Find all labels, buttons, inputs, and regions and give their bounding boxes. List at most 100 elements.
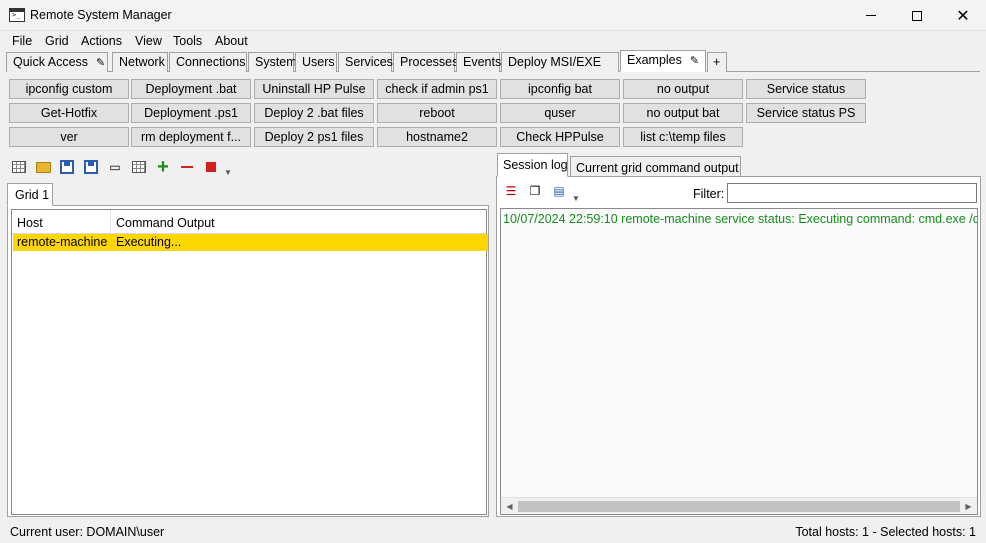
copy-icon[interactable]: ❐ [526, 182, 544, 200]
grid-header: Host Command Output [12, 210, 486, 234]
save-glyph [60, 160, 74, 174]
menu-about[interactable]: About [215, 34, 248, 48]
tab-session-log[interactable]: Session log [497, 153, 568, 177]
session-log-area[interactable]: 10/07/2024 22:59:10 remote-machine servi… [500, 208, 978, 515]
menu-view[interactable]: View [135, 34, 162, 48]
column-header-command-output[interactable]: Command Output [111, 210, 486, 234]
tab-deploy-msi-exe[interactable]: Deploy MSI/EXE [501, 52, 619, 72]
filter-input[interactable] [727, 183, 977, 203]
cmd-no-output[interactable]: no output [623, 79, 743, 99]
cmd-hostname2[interactable]: hostname2 [377, 127, 497, 147]
cmd-no-output-bat[interactable]: no output bat [623, 103, 743, 123]
tab-quick-access[interactable]: Quick Access ✎ [6, 52, 108, 72]
maximize-button[interactable] [894, 0, 940, 31]
tab-network[interactable]: Network [112, 52, 168, 72]
filter-label: Filter: [693, 187, 725, 201]
dropdown-caret-icon[interactable]: ▼ [571, 193, 581, 203]
minus-glyph [181, 166, 193, 168]
log-line: 10/07/2024 22:59:10 remote-machine servi… [503, 212, 978, 226]
cmd-check-hppulse[interactable]: Check HPPulse [500, 127, 620, 147]
tab-examples[interactable]: Examples ✎ [620, 50, 706, 72]
menu-actions[interactable]: Actions [81, 34, 122, 48]
save-as-glyph [84, 160, 98, 174]
clear-log-glyph: ☰ [505, 184, 517, 198]
menu-file[interactable]: File [12, 34, 32, 48]
rename-icon[interactable]: ▭ [106, 158, 124, 176]
column-header-host[interactable]: Host [12, 210, 111, 234]
table-row[interactable]: remote-machine Executing... [13, 234, 488, 251]
cmd-quser[interactable]: quser [500, 103, 620, 123]
cmd-ipconfig-bat[interactable]: ipconfig bat [500, 79, 620, 99]
host-grid[interactable]: Host Command Output remote-machine Execu… [11, 209, 488, 515]
tab-label: Events [463, 55, 502, 69]
cmd-uninstall-hp-pulse[interactable]: Uninstall HP Pulse [254, 79, 374, 99]
menu-tools[interactable]: Tools [173, 34, 202, 48]
add-tab-label: + [713, 55, 721, 69]
menu-bar: File Grid Actions View Tools About [0, 31, 986, 51]
export-glyph: ▤ [553, 184, 565, 198]
remove-host-icon[interactable] [178, 158, 196, 176]
pencil-icon[interactable]: ✎ [690, 54, 699, 67]
cmd-list-temp-files[interactable]: list c:\temp files [623, 127, 743, 147]
open-icon[interactable] [34, 158, 52, 176]
tab-current-grid-command-output[interactable]: Current grid command output [570, 156, 741, 177]
tab-processes[interactable]: Processes [393, 52, 458, 72]
scroll-thumb[interactable] [518, 501, 960, 512]
tab-label: Services [345, 55, 393, 69]
grid-panel: Grid 1 Host Command Output remote-machin… [6, 183, 491, 517]
cmd-ipconfig-custom[interactable]: ipconfig custom [9, 79, 129, 99]
export-icon[interactable]: ▤ [550, 182, 568, 200]
save-icon[interactable] [58, 158, 76, 176]
tab-grid-1[interactable]: Grid 1 [7, 183, 53, 206]
title-bar: Remote System Manager ✕ [0, 0, 986, 31]
scroll-left-icon[interactable]: ◀ [501, 498, 518, 514]
dropdown-caret-icon[interactable]: ▼ [222, 166, 234, 178]
folder-glyph [35, 161, 51, 173]
tab-connections[interactable]: Connections [169, 52, 247, 72]
cmd-deploy-2-bat-files[interactable]: Deploy 2 .bat files [254, 103, 374, 123]
cmd-rm-deployment-files[interactable]: rm deployment f... [131, 127, 251, 147]
stop-icon[interactable] [202, 158, 220, 176]
scroll-right-icon[interactable]: ▶ [960, 498, 977, 514]
tab-label: System [255, 55, 297, 69]
columns-icon[interactable] [130, 158, 148, 176]
cmd-get-hotfix[interactable]: Get-Hotfix [9, 103, 129, 123]
tab-label: Connections [176, 55, 246, 69]
cmd-deploy-2-ps1-files[interactable]: Deploy 2 ps1 files [254, 127, 374, 147]
new-grid-icon[interactable] [10, 158, 28, 176]
cmd-ver[interactable]: ver [9, 127, 129, 147]
minimize-button[interactable] [848, 0, 894, 31]
plus-glyph: + [157, 156, 169, 178]
tab-users[interactable]: Users [295, 52, 337, 72]
close-button[interactable]: ✕ [940, 0, 986, 31]
current-user-status: Current user: DOMAIN\user [10, 525, 165, 539]
cmd-deployment-bat[interactable]: Deployment .bat [131, 79, 251, 99]
cmd-service-status[interactable]: Service status [746, 79, 866, 99]
cmd-service-status-ps[interactable]: Service status PS [746, 103, 866, 123]
add-tab-button[interactable]: + [707, 52, 727, 72]
add-host-icon[interactable]: + [154, 156, 172, 178]
save-as-icon[interactable] [82, 158, 100, 176]
log-frame: ☰ ❐ ▤ ▼ Filter: 10/07/2024 22:59:10 remo… [496, 176, 981, 517]
main-tabstrip: Quick Access ✎ Network Connections System… [6, 50, 980, 72]
tab-events[interactable]: Events [456, 52, 502, 72]
tab-label: Examples [627, 53, 682, 67]
rename-glyph: ▭ [109, 160, 121, 174]
cmd-deployment-ps1[interactable]: Deployment .ps1 [131, 103, 251, 123]
clear-log-icon[interactable]: ☰ [502, 182, 520, 200]
menu-grid[interactable]: Grid [45, 34, 69, 48]
pencil-icon[interactable]: ✎ [96, 56, 105, 69]
horizontal-scrollbar[interactable]: ◀ ▶ [501, 497, 977, 514]
host-count-status: Total hosts: 1 - Selected hosts: 1 [795, 525, 976, 539]
grid-frame: Host Command Output remote-machine Execu… [7, 205, 489, 517]
columns-glyph [132, 161, 146, 173]
tab-label: Network [119, 55, 165, 69]
cell-command-output: Executing... [116, 235, 182, 249]
cmd-check-if-admin-ps1[interactable]: check if admin ps1 [377, 79, 497, 99]
tab-system[interactable]: System [248, 52, 297, 72]
cell-host: remote-machine [17, 235, 108, 249]
tab-services[interactable]: Services [338, 52, 393, 72]
log-panel: Session log Current grid command output … [496, 153, 981, 517]
cmd-reboot[interactable]: reboot [377, 103, 497, 123]
new-grid-glyph [12, 161, 26, 173]
